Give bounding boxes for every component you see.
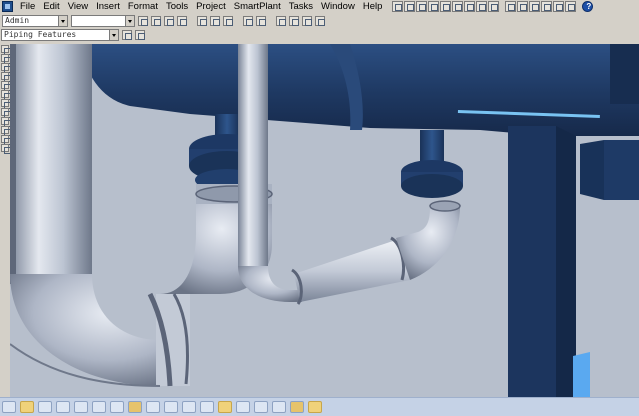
taskbar-icon[interactable] (164, 401, 178, 413)
taskbar-icon[interactable] (2, 401, 16, 413)
taskbar-icon[interactable] (290, 401, 304, 413)
nozzle-flange-right[interactable] (401, 130, 463, 198)
new-file-icon[interactable] (138, 15, 148, 26)
valve-tool-icon[interactable] (1, 99, 11, 109)
help-icon[interactable]: ? (582, 1, 594, 12)
taskbar-icon[interactable] (74, 401, 88, 413)
view-toolbar-icon[interactable] (476, 1, 488, 12)
open-file-icon[interactable] (151, 15, 161, 26)
menu-tasks[interactable]: Tasks (285, 0, 317, 13)
route-tool-icon[interactable] (1, 54, 11, 64)
steel-structure[interactable] (508, 126, 639, 397)
taskbar-icon[interactable] (218, 401, 232, 413)
rotate-icon[interactable] (529, 1, 541, 12)
taskbar-icon[interactable] (92, 401, 106, 413)
taskbar-icon[interactable] (182, 401, 196, 413)
elbow-tool-icon[interactable] (1, 81, 11, 91)
fit-icon[interactable] (541, 1, 553, 12)
chevron-down-icon[interactable] (125, 15, 134, 26)
view-toolbar-icon[interactable] (392, 1, 404, 12)
paste-icon[interactable] (223, 15, 233, 26)
taskbar-icon[interactable] (110, 401, 124, 413)
menu-help[interactable]: Help (359, 0, 387, 13)
insert-component-icon[interactable] (135, 29, 145, 40)
view-toolbar-icon[interactable] (452, 1, 464, 12)
spool-tool-icon[interactable] (1, 126, 11, 136)
view-icon[interactable] (553, 1, 565, 12)
menu-view[interactable]: View (64, 0, 92, 13)
menu-file[interactable]: File (16, 0, 39, 13)
features-combo-value: Piping Features (4, 29, 77, 39)
menu-edit[interactable]: Edit (39, 0, 63, 13)
vessel-shell[interactable] (80, 44, 639, 136)
chevron-down-icon[interactable] (58, 15, 67, 26)
standard-toolbar: Admin (0, 14, 639, 27)
taskbar-icon[interactable] (56, 401, 70, 413)
flange-tool-icon[interactable] (1, 108, 11, 118)
taskbar-icon[interactable] (38, 401, 52, 413)
view-toolbar-icon[interactable] (416, 1, 428, 12)
view-icon[interactable] (565, 1, 577, 12)
graphic-view[interactable] (10, 44, 639, 397)
taskbar-icon[interactable] (254, 401, 268, 413)
piping-toolbar: Piping Features (0, 28, 639, 41)
move-icon[interactable] (256, 15, 266, 26)
app-icon[interactable] (2, 1, 13, 12)
taskbar-icon[interactable] (200, 401, 214, 413)
copy-icon[interactable] (210, 15, 220, 26)
menu-bar: File Edit View Insert Format Tools Proje… (0, 0, 639, 13)
user-combo[interactable]: Admin (2, 14, 68, 27)
view-toolbar-icon[interactable] (464, 1, 476, 12)
connect-tool-icon[interactable] (1, 144, 11, 154)
taskbar (0, 397, 639, 416)
view-toolbar: ? (392, 0, 594, 13)
menu-format[interactable]: Format (124, 0, 162, 13)
component-tool-icon[interactable] (1, 72, 11, 82)
view-toolbar-icon[interactable] (428, 1, 440, 12)
route-pipe-icon[interactable] (122, 29, 132, 40)
help-glyph: ? (586, 2, 592, 11)
properties-icon[interactable] (289, 15, 299, 26)
measure-icon[interactable] (276, 15, 286, 26)
view-toolbar-icon[interactable] (488, 1, 500, 12)
taskbar-icon[interactable] (236, 401, 250, 413)
menu-insert[interactable]: Insert (92, 0, 124, 13)
pan-icon[interactable] (517, 1, 529, 12)
user-combo-value: Admin (5, 15, 30, 25)
taskbar-icon[interactable] (146, 401, 160, 413)
insert-tool-icon[interactable] (1, 63, 11, 73)
folder-icon[interactable] (20, 401, 34, 413)
menu-project[interactable]: Project (192, 0, 230, 13)
zoom-icon[interactable] (505, 1, 517, 12)
small-pipe-horizontal[interactable] (291, 236, 410, 305)
select-tool-icon[interactable] (1, 45, 11, 55)
vertical-toolbar (0, 44, 11, 166)
3d-piping-scene[interactable] (10, 44, 639, 397)
filter-combo[interactable] (71, 14, 135, 27)
delete-icon[interactable] (315, 15, 325, 26)
save-icon[interactable] (164, 15, 174, 26)
menu-window[interactable]: Window (317, 0, 359, 13)
filter-icon[interactable] (302, 15, 312, 26)
features-combo[interactable]: Piping Features (1, 28, 119, 41)
tee-tool-icon[interactable] (1, 90, 11, 100)
view-toolbar-icon[interactable] (404, 1, 416, 12)
view-toolbar-icon[interactable] (440, 1, 452, 12)
refresh-icon[interactable] (177, 15, 187, 26)
taskbar-icon[interactable] (128, 401, 142, 413)
select-icon[interactable] (243, 15, 253, 26)
menu-smartplant[interactable]: SmartPlant (230, 0, 285, 13)
support-tool-icon[interactable] (1, 117, 11, 127)
menu-tools[interactable]: Tools (162, 0, 192, 13)
chevron-down-icon[interactable] (109, 29, 118, 40)
taskbar-icon[interactable] (308, 401, 322, 413)
cut-icon[interactable] (197, 15, 207, 26)
large-pipe-left[interactable] (10, 44, 92, 284)
split-tool-icon[interactable] (1, 135, 11, 145)
taskbar-icon[interactable] (272, 401, 286, 413)
